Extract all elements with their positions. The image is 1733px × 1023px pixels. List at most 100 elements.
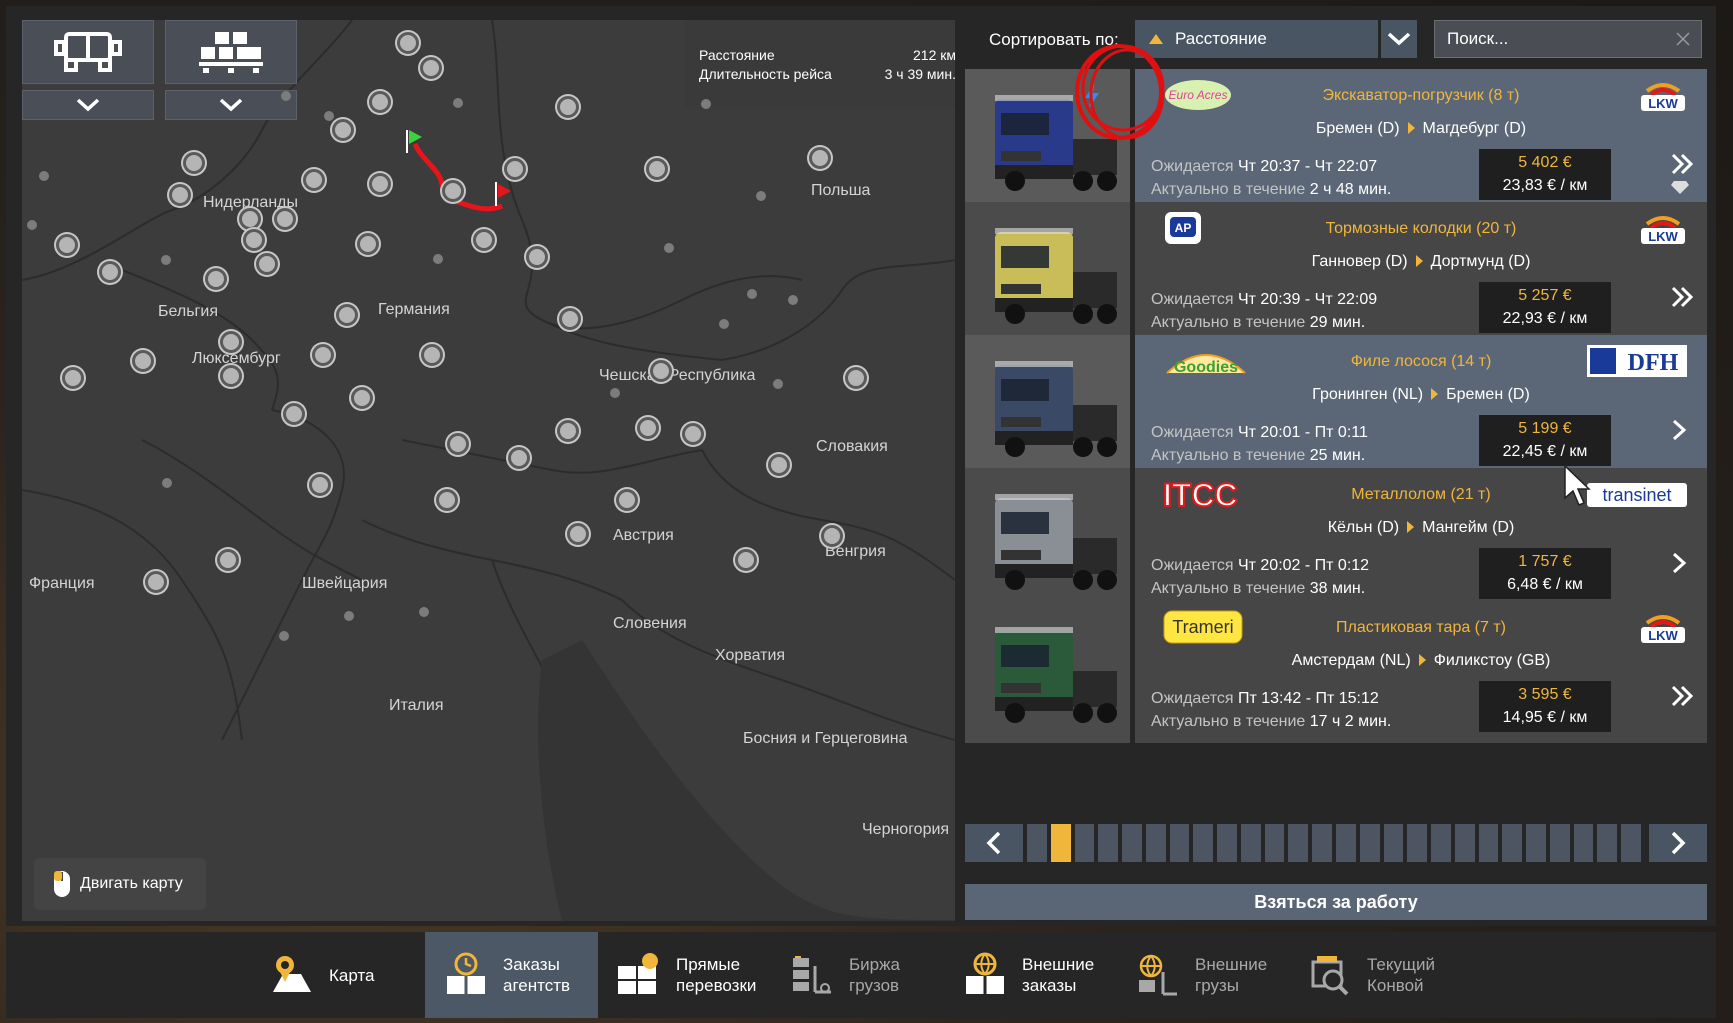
page-indicator[interactable] <box>1597 824 1618 862</box>
page-indicator[interactable] <box>1454 824 1475 862</box>
page-indicator[interactable] <box>1407 824 1428 862</box>
nav-freight-market[interactable]: Биржа грузов <box>771 932 941 1018</box>
offer-row[interactable]: Goodies DFH Филе лосося (14 т) Гронинген… <box>965 335 1707 477</box>
city-node[interactable] <box>447 433 469 455</box>
city-node[interactable] <box>436 489 458 511</box>
city-node[interactable] <box>336 304 358 326</box>
offer-open-button[interactable] <box>1670 153 1694 180</box>
city-node[interactable] <box>526 246 548 268</box>
page-indicator[interactable] <box>1431 824 1451 862</box>
city-node[interactable] <box>616 489 638 511</box>
page-indicator[interactable] <box>1288 824 1309 862</box>
city-node[interactable] <box>637 417 659 439</box>
offer-row[interactable]: Trameri LKW Пластиковая тара (7 т) Амсте… <box>965 601 1707 743</box>
cargo-filter-dropdown[interactable] <box>165 90 297 120</box>
city-node[interactable] <box>169 184 191 206</box>
city-node[interactable] <box>397 32 419 54</box>
page-indicator[interactable] <box>1383 824 1404 862</box>
page-indicator[interactable] <box>1478 824 1499 862</box>
city-node[interactable] <box>56 234 78 256</box>
page-indicator[interactable] <box>1312 824 1332 862</box>
nav-external-orders[interactable]: Внешние заказы <box>944 932 1114 1018</box>
city-node[interactable] <box>283 403 305 425</box>
cargo-filter-button[interactable] <box>165 20 297 84</box>
city-node[interactable] <box>650 360 672 382</box>
map[interactable]: Расстояние 212 км Длительность рейса 3 ч 3… <box>22 20 955 921</box>
page-indicator[interactable] <box>1264 824 1285 862</box>
city-node[interactable] <box>768 454 790 476</box>
page-indicator[interactable] <box>1336 824 1356 862</box>
take-job-button[interactable]: Взяться за работу <box>965 884 1707 920</box>
sort-select[interactable]: Расстояние <box>1135 20 1378 58</box>
nav-external-cargo[interactable]: Внешние грузы <box>1117 932 1287 1018</box>
city-node[interactable] <box>217 549 239 571</box>
city-node[interactable] <box>132 350 154 372</box>
offer-open-button[interactable] <box>1670 685 1694 712</box>
city-node[interactable] <box>508 447 530 469</box>
city-node[interactable] <box>220 365 242 387</box>
city-node[interactable] <box>735 549 757 571</box>
sort-dropdown-button[interactable] <box>1381 20 1417 58</box>
truck-filter-button[interactable] <box>22 20 154 84</box>
city-node[interactable] <box>504 158 526 180</box>
page-indicator[interactable] <box>1502 824 1523 862</box>
clear-icon[interactable] <box>1675 31 1691 47</box>
offer-open-button[interactable] <box>1670 286 1694 313</box>
prev-page-button[interactable] <box>965 824 1023 862</box>
city-node[interactable] <box>646 158 668 180</box>
page-indicator[interactable] <box>1359 824 1380 862</box>
city-node[interactable] <box>809 147 831 169</box>
city-node[interactable] <box>99 261 121 283</box>
city-node[interactable] <box>239 208 261 230</box>
city-node[interactable] <box>274 208 296 230</box>
city-node[interactable] <box>62 367 84 389</box>
city-node[interactable] <box>303 169 325 191</box>
city-node[interactable] <box>442 180 464 202</box>
page-indicator[interactable] <box>1169 824 1190 862</box>
city-node[interactable] <box>256 253 278 275</box>
move-map-button[interactable]: Двигать карту <box>34 858 206 910</box>
offer-row[interactable]: Euro Acres LKW Экскаватор-погрузчик (8 т… <box>965 69 1707 211</box>
city-node[interactable] <box>567 523 589 545</box>
page-indicator[interactable] <box>1098 824 1119 862</box>
city-node[interactable] <box>183 152 205 174</box>
offer-row[interactable]: ITCC transinet Металлолом (21 т) Кёльн (… <box>965 468 1707 610</box>
page-indicator[interactable] <box>1240 824 1261 862</box>
city-node[interactable] <box>351 387 373 409</box>
page-indicator[interactable] <box>1526 824 1546 862</box>
city-node[interactable] <box>845 367 867 389</box>
page-indicator[interactable] <box>1621 824 1641 862</box>
next-page-button[interactable] <box>1649 824 1707 862</box>
offer-open-button[interactable] <box>1670 419 1688 446</box>
nav-direct-transport[interactable]: Прямые перевозки <box>598 932 768 1018</box>
city-node[interactable] <box>421 344 443 366</box>
city-node[interactable] <box>312 344 334 366</box>
offer-row[interactable]: AP LKW Тормозные колодки (20 т) Ганновер… <box>965 202 1707 344</box>
city-node[interactable] <box>220 331 242 353</box>
city-node[interactable] <box>369 173 391 195</box>
page-indicator[interactable] <box>1074 824 1095 862</box>
city-node[interactable] <box>821 525 843 547</box>
page-indicator[interactable] <box>1549 824 1570 862</box>
nav-current-convoy[interactable]: Текущий Конвой <box>1289 932 1459 1018</box>
page-indicator[interactable] <box>1027 824 1047 862</box>
city-node[interactable] <box>420 57 442 79</box>
offer-open-button[interactable] <box>1670 552 1688 579</box>
city-node[interactable] <box>682 423 704 445</box>
city-node[interactable] <box>473 229 495 251</box>
city-node[interactable] <box>357 233 379 255</box>
city-node[interactable] <box>369 91 391 113</box>
page-indicator[interactable] <box>1122 824 1142 862</box>
nav-agency-orders[interactable]: Заказы агентств <box>425 932 598 1018</box>
page-indicator[interactable] <box>1217 824 1237 862</box>
city-node[interactable] <box>205 268 227 290</box>
city-node[interactable] <box>557 96 579 118</box>
page-indicator[interactable] <box>1050 824 1071 862</box>
page-indicator[interactable] <box>1145 824 1166 862</box>
city-node[interactable] <box>309 474 331 496</box>
city-node[interactable] <box>332 119 354 141</box>
search-input[interactable]: Поиск... <box>1434 20 1702 58</box>
city-node[interactable] <box>559 308 581 330</box>
page-indicator[interactable] <box>1193 824 1214 862</box>
truck-filter-dropdown[interactable] <box>22 90 154 120</box>
